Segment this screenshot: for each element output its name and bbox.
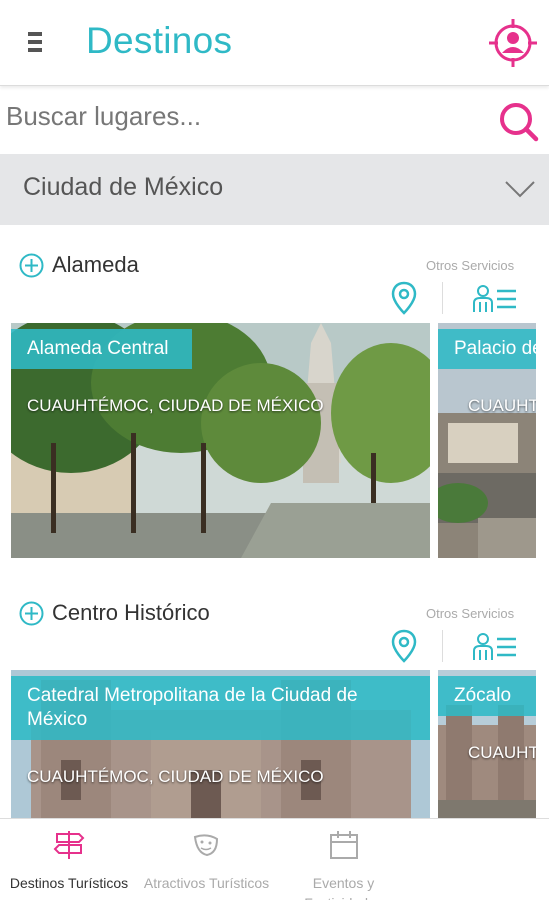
- calendar-icon: [330, 831, 358, 859]
- nav-tab-destinos[interactable]: Destinos Turísticos: [0, 819, 138, 900]
- add-circle-icon[interactable]: [19, 601, 44, 626]
- card-location: CUAUHTÉMOC: [468, 743, 536, 762]
- card-location: CUAUHTÉMOC, CIUDAD DE MÉXICO: [27, 767, 324, 786]
- divider: [442, 630, 443, 662]
- card-title: Catedral Metropolitana de la Ciudad de M…: [11, 676, 430, 740]
- card-title: Zócalo: [438, 676, 536, 716]
- map-pin-icon[interactable]: [391, 629, 417, 663]
- otros-servicios-label[interactable]: Otros Servicios: [426, 606, 514, 621]
- nav-tab-atractivos[interactable]: Atractivos Turísticos: [138, 819, 275, 900]
- card-location: CUAUHTÉMOC: [468, 396, 536, 415]
- city-select-value: Ciudad de México: [23, 173, 224, 201]
- otros-servicios-label[interactable]: Otros Servicios: [426, 258, 514, 273]
- user-target-icon[interactable]: [487, 17, 539, 69]
- nav-tab-eventos[interactable]: Eventos y Festividades: [275, 819, 412, 900]
- chevron-down-icon[interactable]: [503, 178, 537, 200]
- hamburger-menu-icon[interactable]: [28, 32, 46, 54]
- page-title: Destinos: [86, 20, 233, 61]
- nav-label: Atractivos Turísticos: [143, 875, 270, 891]
- city-select[interactable]: Ciudad de México: [0, 154, 549, 225]
- map-pin-icon[interactable]: [391, 281, 417, 315]
- nav-label: Eventos y Festividades: [304, 875, 383, 900]
- nav-label: Destinos Turísticos: [9, 875, 129, 891]
- card-title: Alameda Central: [11, 329, 192, 369]
- destination-card[interactable]: Catedral Metropolitana de la Ciudad de M…: [11, 670, 430, 818]
- card-location: CUAUHTÉMOC, CIUDAD DE MÉXICO: [27, 396, 324, 415]
- card-title: Palacio de: [438, 329, 536, 369]
- destination-section: Alameda Otros Servicios Alameda Central …: [0, 236, 549, 566]
- tour-guide-list-icon[interactable]: [472, 631, 518, 661]
- destination-card[interactable]: Alameda Central CUAUHTÉMOC, CIUDAD DE MÉ…: [11, 323, 430, 558]
- signpost-icon: [53, 831, 85, 859]
- app-header: Destinos: [0, 0, 549, 86]
- tour-guide-list-icon[interactable]: [472, 283, 518, 313]
- destination-card[interactable]: Palacio de CUAUHTÉMOC: [438, 323, 536, 558]
- search-icon[interactable]: [497, 100, 539, 142]
- bottom-navigation: Destinos Turísticos Atractivos Turístico…: [0, 818, 549, 900]
- destination-card[interactable]: Zócalo CUAUHTÉMOC: [438, 670, 536, 818]
- section-title: Centro Histórico: [52, 600, 210, 625]
- section-title: Alameda: [52, 252, 139, 277]
- destination-section: Centro Histórico Otros Servicios Catedra…: [0, 584, 549, 818]
- theater-masks-icon: [193, 834, 219, 857]
- search-input[interactable]: [6, 94, 476, 138]
- divider: [442, 282, 443, 314]
- add-circle-icon[interactable]: [19, 253, 44, 278]
- search-bar: [0, 86, 549, 154]
